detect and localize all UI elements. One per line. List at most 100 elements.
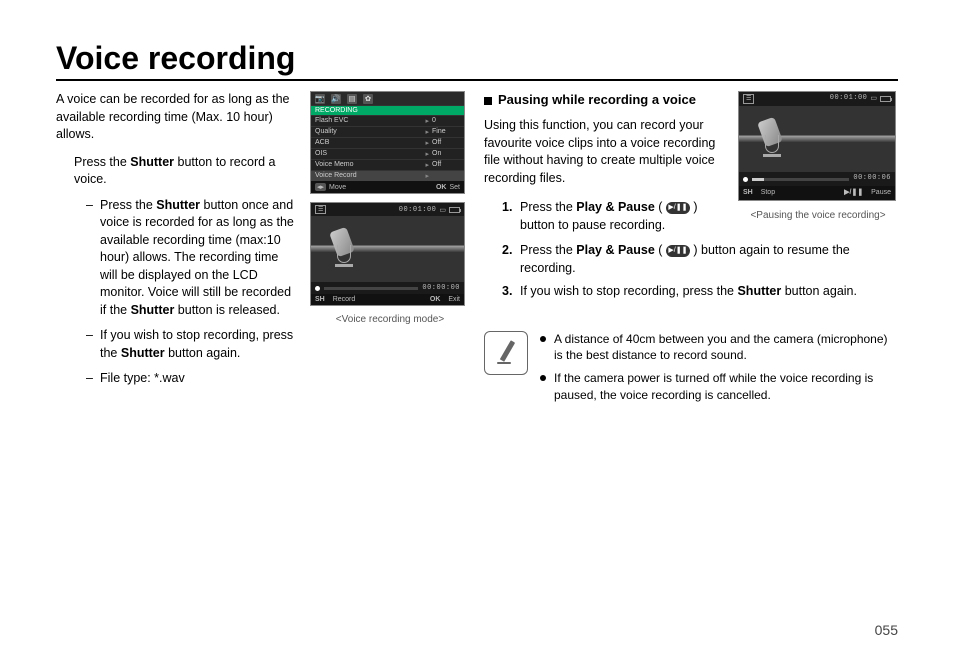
settings-icon: ✿: [363, 94, 373, 104]
elapsed-time: 00:01:00: [399, 206, 437, 214]
rec-footer: SH Record OK Exit: [311, 294, 464, 305]
right-screenshot-block: ☰ 00:01:00 ▭: [738, 91, 898, 242]
chevron-right-icon: ▸: [425, 117, 429, 125]
bold: Shutter: [131, 303, 175, 317]
foot-key: ▶/❚❚: [844, 188, 863, 198]
elapsed-time: 00:01:00: [830, 94, 868, 104]
screenshot-caption: <Voice recording mode>: [310, 314, 470, 325]
text: (: [655, 243, 666, 257]
microphone-icon: [329, 229, 369, 269]
pencil-icon: [495, 340, 517, 366]
menu-label: ACB: [315, 139, 422, 147]
rec-top-bar: ☰ 00:01:00 ▭: [739, 92, 895, 106]
menu-value: [432, 172, 460, 180]
menu-value: On: [432, 150, 460, 158]
foot-label: Exit: [448, 296, 460, 303]
voice-mode-icon: ☰: [743, 94, 754, 104]
right-top-row: Pausing while recording a voice Using th…: [484, 91, 898, 242]
text: button again.: [781, 284, 857, 298]
ordered-steps: 1. Press the Play & Pause ( ▶/❚❚ ) butto…: [502, 199, 728, 234]
section-heading: Pausing while recording a voice: [484, 91, 728, 109]
chevron-right-icon: ▸: [425, 161, 429, 169]
right-column: Pausing while recording a voice Using th…: [484, 91, 898, 410]
bold: Play & Pause: [576, 243, 655, 257]
step-number: 3.: [502, 283, 512, 301]
text: Press the: [520, 200, 576, 214]
menu-value: Off: [432, 139, 460, 147]
card-icon: ▭: [870, 94, 877, 104]
bold: Shutter: [737, 284, 781, 298]
text: Press the: [520, 243, 576, 257]
list-item: Press the Shutter button once and voice …: [86, 197, 296, 320]
chevron-right-icon: ▸: [425, 139, 429, 147]
list-item: File type: *.wav: [86, 370, 296, 388]
step-number: 1.: [502, 199, 512, 217]
foot-key: SH: [315, 296, 325, 303]
rec-progress-bar: 00:00:06: [739, 172, 895, 186]
note-icon: [484, 331, 528, 375]
menu-screenshot: 📷 🔊 ▤ ✿ RECORDING Flash EVC▸0 Quality▸Fi…: [310, 91, 465, 194]
step-number: 2.: [502, 242, 512, 260]
ordered-steps-cont: 2. Press the Play & Pause ( ▶/❚❚ ) butto…: [502, 242, 898, 301]
text: Press the: [74, 155, 130, 169]
step-item: 1. Press the Play & Pause ( ▶/❚❚ ) butto…: [502, 199, 728, 234]
nav-arrows-icon: ◂▸: [315, 183, 326, 191]
shutter-word: Shutter: [130, 155, 174, 169]
recording-screenshot: ☰ 00:01:00 ▭ 00:00:00 SH Record OK Exi: [310, 202, 465, 306]
menu-row: ACB▸Off: [311, 137, 464, 148]
text: If you wish to stop recording, press the: [520, 284, 737, 298]
menu-body: RECORDING Flash EVC▸0 Quality▸Fine ACB▸O…: [311, 106, 464, 181]
card-icon: ▭: [439, 206, 446, 214]
list-item: If you wish to stop recording, press the…: [86, 327, 296, 362]
note-list: A distance of 40cm between you and the c…: [538, 331, 898, 410]
menu-row: Flash EVC▸0: [311, 115, 464, 126]
menu-tab-bar: 📷 🔊 ▤ ✿: [311, 92, 464, 106]
menu-label: Flash EVC: [315, 117, 422, 125]
note-item: A distance of 40cm between you and the c…: [538, 331, 898, 365]
page-title: Voice recording: [56, 40, 898, 81]
text: File type: *.wav: [100, 371, 185, 385]
press-shutter-line: Press the Shutter button to record a voi…: [74, 154, 296, 189]
counter-time: 00:00:06: [853, 174, 891, 184]
square-bullet-icon: [484, 97, 492, 105]
note-item: If the camera power is turned off while …: [538, 370, 898, 404]
counter-time: 00:00:00: [422, 284, 460, 292]
sound-icon: 🔊: [331, 94, 341, 104]
menu-header: RECORDING: [311, 106, 464, 115]
screenshot-caption: <Pausing the voice recording>: [738, 209, 898, 223]
foot-key: SH: [743, 188, 753, 198]
record-dot-icon: [743, 177, 748, 182]
foot-label: Record: [333, 296, 356, 303]
menu-label: Voice Record: [315, 172, 422, 180]
display-icon: ▤: [347, 94, 357, 104]
content-columns: A voice can be recorded for as long as t…: [56, 91, 898, 410]
mid-column: 📷 🔊 ▤ ✿ RECORDING Flash EVC▸0 Quality▸Fi…: [310, 91, 470, 410]
chevron-right-icon: ▸: [425, 128, 429, 136]
camera-icon: 📷: [315, 94, 325, 104]
dash-list: Press the Shutter button once and voice …: [86, 197, 296, 388]
menu-footer: ◂▸Move OKSet: [311, 181, 464, 193]
left-column: A voice can be recorded for as long as t…: [56, 91, 296, 410]
microphone-icon: [757, 119, 797, 159]
intro-text: A voice can be recorded for as long as t…: [56, 91, 296, 144]
menu-value: 0: [432, 117, 460, 125]
page-number: 055: [875, 622, 898, 638]
foot-label: Set: [449, 184, 460, 191]
foot-key: OK: [430, 296, 441, 303]
heading-text: Pausing while recording a voice: [498, 92, 696, 107]
text: (: [655, 200, 666, 214]
rec-graphic: [739, 106, 895, 172]
rec-top-bar: ☰ 00:01:00 ▭: [311, 203, 464, 216]
rec-footer: SH Stop ▶/❚❚ Pause: [739, 186, 895, 200]
menu-value: Fine: [432, 128, 460, 136]
menu-row-selected: Voice Record▸: [311, 170, 464, 181]
chevron-right-icon: ▸: [425, 150, 429, 158]
note-box: A distance of 40cm between you and the c…: [484, 331, 898, 410]
menu-row: OIS▸On: [311, 148, 464, 159]
foot-key: OK: [436, 184, 447, 191]
pausing-screenshot: ☰ 00:01:00 ▭: [738, 91, 896, 201]
voice-mode-icon: ☰: [315, 205, 326, 214]
battery-icon: [880, 96, 891, 102]
bold: Shutter: [121, 346, 165, 360]
play-pause-icon: ▶/❚❚: [666, 202, 690, 214]
